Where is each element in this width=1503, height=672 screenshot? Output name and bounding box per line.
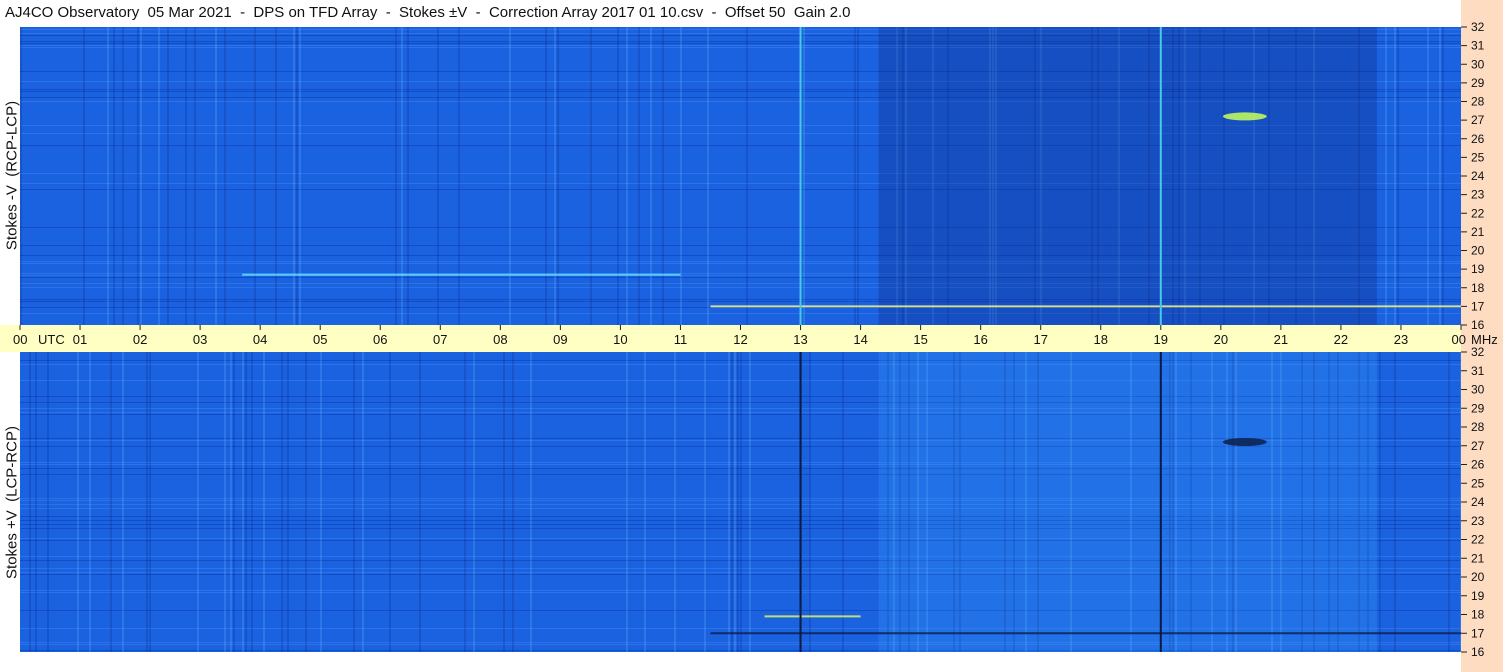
freq-tick-label: 23 — [1471, 188, 1485, 202]
freq-tick-label: 21 — [1471, 551, 1485, 565]
freq-tick-label: 31 — [1471, 39, 1485, 53]
time-tick-label: 09 — [553, 332, 567, 347]
time-tick-label: 19 — [1154, 332, 1168, 347]
time-tick-label: 11 — [674, 332, 688, 347]
freq-tick-label: 29 — [1471, 401, 1485, 415]
freq-tick-label: 24 — [1471, 495, 1485, 509]
freq-tick-label: 28 — [1471, 420, 1485, 434]
freq-tick-label: 21 — [1471, 225, 1485, 239]
time-tick-label: 01 — [73, 332, 87, 347]
utc-label: UTC — [38, 332, 65, 347]
time-tick-label: 22 — [1334, 332, 1348, 347]
freq-tick-label: 18 — [1471, 281, 1485, 295]
freq-tick-label: 23 — [1471, 514, 1485, 528]
time-tick-label: 16 — [973, 332, 987, 347]
freq-tick-label: 16 — [1471, 645, 1485, 659]
time-tick-label: 18 — [1094, 332, 1108, 347]
time-tick-label: 20 — [1214, 332, 1228, 347]
freq-tick-label: 22 — [1471, 533, 1485, 547]
time-tick-label: 23 — [1394, 332, 1408, 347]
axes-overlay: 16 17 18 19 20 21 22 23 24 25 26 27 28 29 30 31 32 16 17 18… — [13, 20, 1498, 659]
time-tick-label: 04 — [253, 332, 267, 347]
freq-tick-label: 27 — [1471, 113, 1485, 127]
freq-tick-label: 22 — [1471, 206, 1485, 220]
freq-tick-label: 26 — [1471, 458, 1485, 472]
freq-tick-label: 16 — [1471, 318, 1485, 332]
freq-tick-label: 18 — [1471, 608, 1485, 622]
freq-tick-label: 31 — [1471, 364, 1485, 378]
freq-tick-label: 30 — [1471, 57, 1485, 71]
freq-tick-label: 29 — [1471, 76, 1485, 90]
time-tick-label: 14 — [853, 332, 867, 347]
freq-tick-label: 28 — [1471, 95, 1485, 109]
time-tick-label: 08 — [493, 332, 507, 347]
time-tick-label: 06 — [373, 332, 387, 347]
time-tick-label: 00 — [1452, 332, 1466, 347]
time-tick-label: 21 — [1274, 332, 1288, 347]
freq-tick-label: 25 — [1471, 150, 1485, 164]
freq-tick-label: 20 — [1471, 570, 1485, 584]
freq-tick-label: 19 — [1471, 589, 1485, 603]
freq-tick-label: 26 — [1471, 132, 1485, 146]
freq-tick-label: 20 — [1471, 244, 1485, 258]
freq-tick-label: 17 — [1471, 626, 1485, 640]
time-tick-label: 13 — [793, 332, 807, 347]
time-tick-label: 03 — [193, 332, 207, 347]
time-tick-label: 05 — [313, 332, 327, 347]
freq-tick-label: 27 — [1471, 439, 1485, 453]
time-tick-label: 02 — [133, 332, 147, 347]
freq-tick-label: 24 — [1471, 169, 1485, 183]
time-tick-label: 15 — [913, 332, 927, 347]
freq-tick-label: 17 — [1471, 299, 1485, 313]
time-tick-label: 17 — [1033, 332, 1047, 347]
time-tick-label: 10 — [613, 332, 627, 347]
freq-tick-label: 19 — [1471, 262, 1485, 276]
freq-tick-label: 32 — [1471, 345, 1485, 359]
time-tick-label: 12 — [733, 332, 747, 347]
freq-tick-label: 30 — [1471, 383, 1485, 397]
freq-tick-label: 32 — [1471, 20, 1485, 34]
time-tick-label: 00 — [13, 332, 27, 347]
freq-tick-label: 25 — [1471, 476, 1485, 490]
time-tick-label: 07 — [433, 332, 447, 347]
mhz-label: MHz — [1471, 332, 1498, 347]
